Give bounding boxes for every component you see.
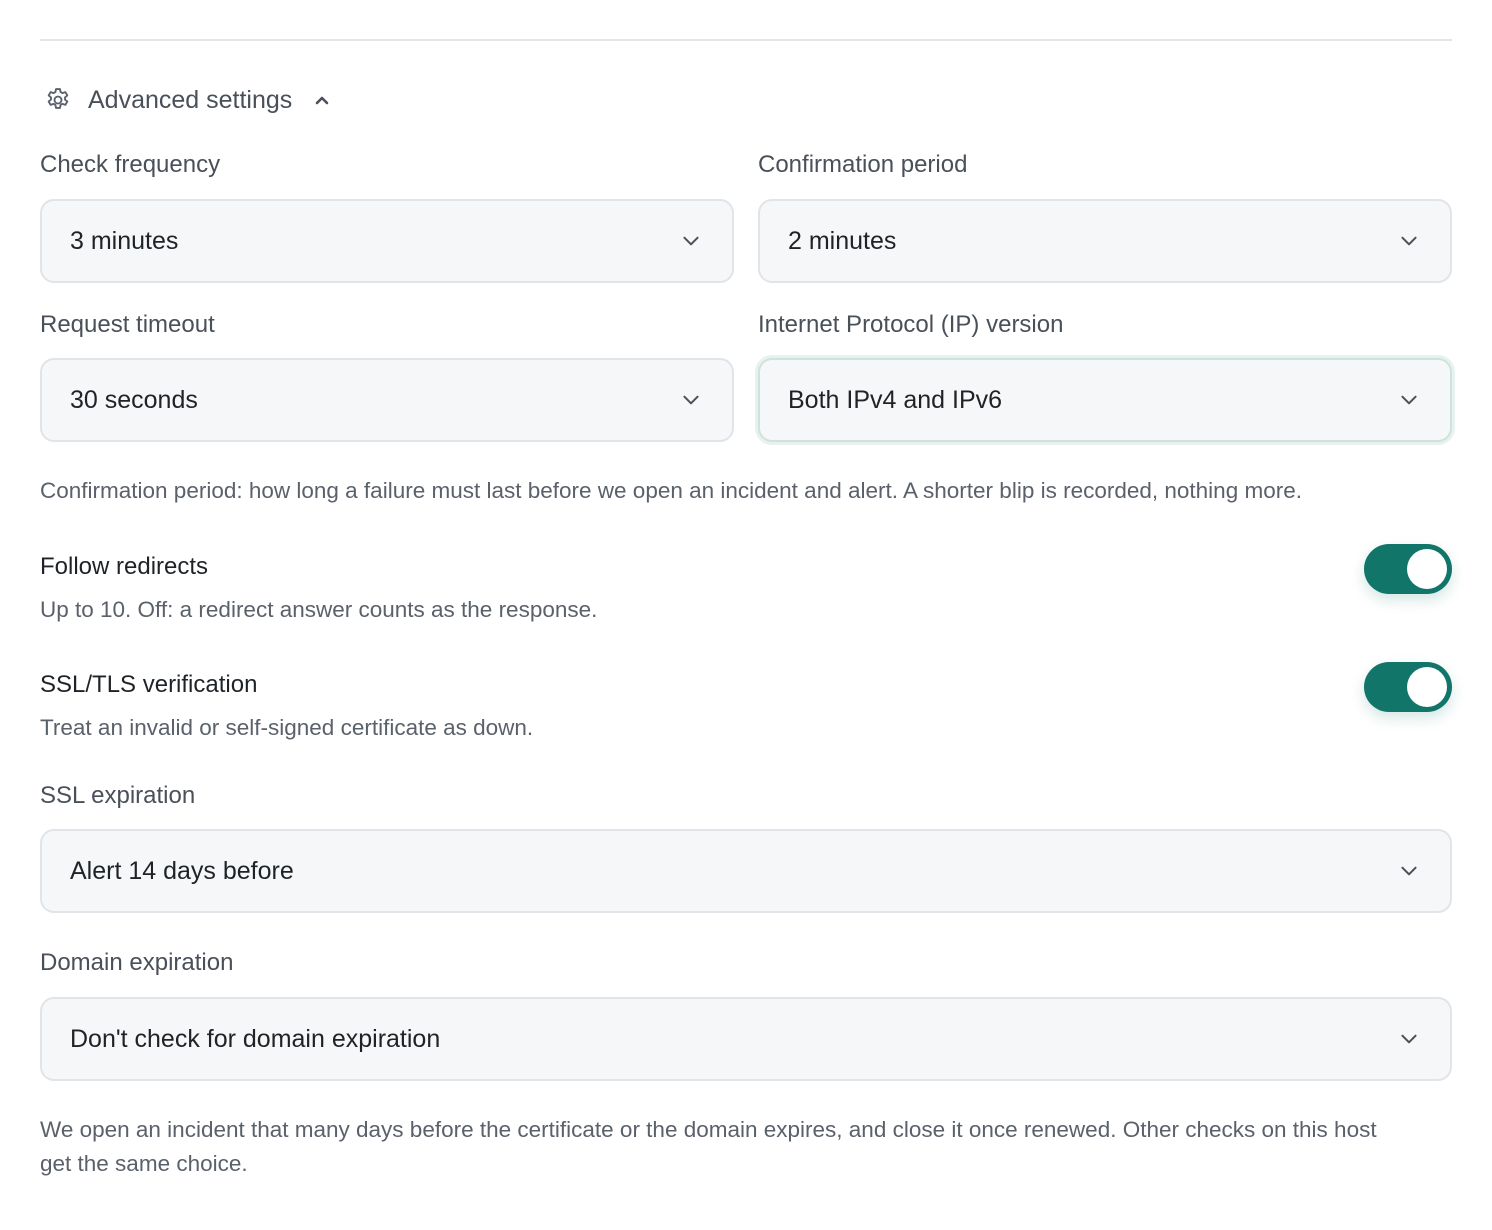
- advanced-settings-toggle[interactable]: Advanced settings: [40, 80, 336, 120]
- chevron-down-icon: [1396, 858, 1422, 884]
- chevron-down-icon: [678, 228, 704, 254]
- expiration-help-line-2: get the same choice.: [40, 1151, 248, 1176]
- follow-redirects-description: Up to 10. Off: a redirect answer counts …: [40, 597, 598, 622]
- domain-expiration-label: Domain expiration: [40, 949, 234, 976]
- section-divider: [40, 39, 1452, 41]
- ssl-verification-title: SSL/TLS verification: [40, 671, 258, 698]
- domain-expiration-value: Don't check for domain expiration: [70, 1024, 441, 1053]
- switch-knob: [1407, 667, 1447, 707]
- confirmation-period-select[interactable]: 2 minutes: [758, 199, 1452, 283]
- check-frequency-label: Check frequency: [40, 151, 221, 178]
- chevron-up-icon: [308, 86, 336, 114]
- section-title: Advanced settings: [88, 85, 293, 114]
- expiration-help-text: We open an incident that many days befor…: [40, 1113, 1452, 1181]
- confirmation-period-value: 2 minutes: [788, 226, 897, 255]
- chevron-down-icon: [1396, 387, 1422, 413]
- ssl-verification-description: Treat an invalid or self-signed certific…: [40, 715, 534, 740]
- ssl-verification-switch[interactable]: [1364, 662, 1452, 712]
- request-timeout-value: 30 seconds: [70, 385, 198, 414]
- chevron-down-icon: [1396, 228, 1422, 254]
- request-timeout-select[interactable]: 30 seconds: [40, 358, 734, 442]
- confirmation-period-label: Confirmation period: [758, 151, 968, 178]
- follow-redirects-title: Follow redirects: [40, 553, 209, 580]
- check-frequency-value: 3 minutes: [70, 226, 179, 255]
- chevron-down-icon: [1396, 1026, 1422, 1052]
- switch-knob: [1407, 549, 1447, 589]
- ip-version-value: Both IPv4 and IPv6: [788, 385, 1003, 414]
- chevron-down-icon: [678, 387, 704, 413]
- ssl-expiration-select[interactable]: Alert 14 days before: [40, 829, 1452, 913]
- check-frequency-select[interactable]: 3 minutes: [40, 199, 734, 283]
- ip-version-label: Internet Protocol (IP) version: [758, 311, 1064, 338]
- expiration-help-line-1: We open an incident that many days befor…: [40, 1117, 1377, 1142]
- gear-icon: [40, 82, 76, 118]
- domain-expiration-select[interactable]: Don't check for domain expiration: [40, 997, 1452, 1081]
- confirmation-help-text: Confirmation period: how long a failure …: [40, 478, 1302, 503]
- ssl-expiration-label: SSL expiration: [40, 782, 196, 809]
- ssl-expiration-value: Alert 14 days before: [70, 856, 294, 885]
- ip-version-select[interactable]: Both IPv4 and IPv6: [758, 358, 1452, 442]
- request-timeout-label: Request timeout: [40, 311, 215, 338]
- follow-redirects-switch[interactable]: [1364, 544, 1452, 594]
